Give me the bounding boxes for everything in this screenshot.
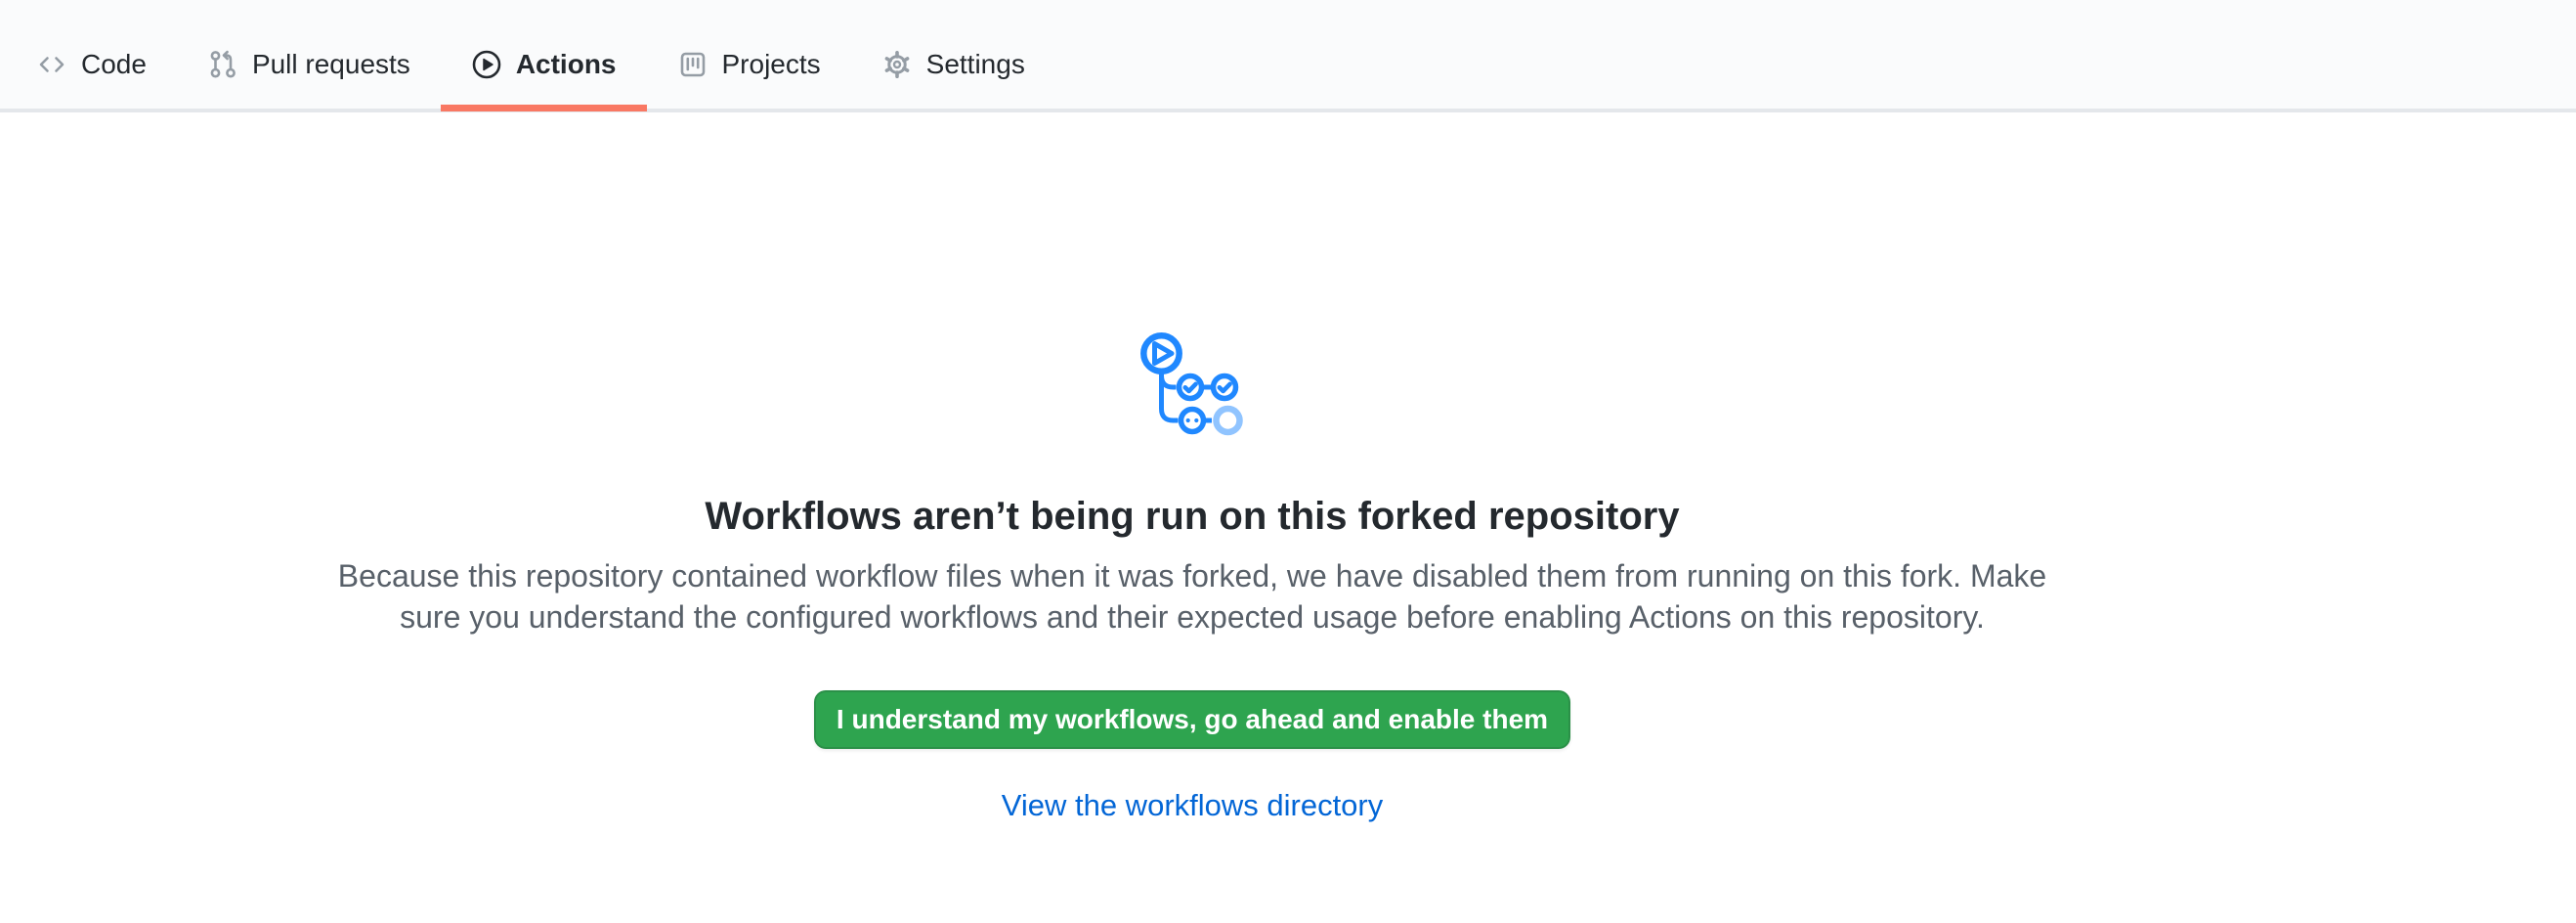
code-icon xyxy=(36,49,67,80)
tab-projects[interactable]: Projects xyxy=(647,0,851,109)
play-icon xyxy=(471,49,502,80)
gear-icon xyxy=(881,49,913,80)
tab-settings[interactable]: Settings xyxy=(851,0,1055,109)
workflow-graph-icon xyxy=(1140,332,1245,437)
git-pull-request-icon xyxy=(207,49,238,80)
view-workflows-directory-link[interactable]: View the workflows directory xyxy=(1002,788,1384,822)
enable-workflows-button[interactable]: I understand my workflows, go ahead and … xyxy=(814,690,1570,749)
tab-actions-label: Actions xyxy=(516,49,617,80)
project-icon xyxy=(677,49,708,80)
tab-settings-label: Settings xyxy=(926,49,1025,80)
tab-actions[interactable]: Actions xyxy=(441,0,647,109)
active-tab-underline xyxy=(441,105,647,111)
tab-pull-requests[interactable]: Pull requests xyxy=(177,0,441,109)
repo-tab-bar: Code Pull requests Actions xyxy=(0,0,2576,112)
tab-code-label: Code xyxy=(81,49,147,80)
empty-state-title: Workflows aren’t being run on this forke… xyxy=(0,493,2384,540)
tab-pull-requests-label: Pull requests xyxy=(252,49,410,80)
empty-state-description: Because this repository contained workfl… xyxy=(322,555,2062,637)
actions-disabled-empty-state: Workflows aren’t being run on this forke… xyxy=(0,112,2384,823)
tab-code[interactable]: Code xyxy=(6,0,177,109)
tab-projects-label: Projects xyxy=(722,49,821,80)
